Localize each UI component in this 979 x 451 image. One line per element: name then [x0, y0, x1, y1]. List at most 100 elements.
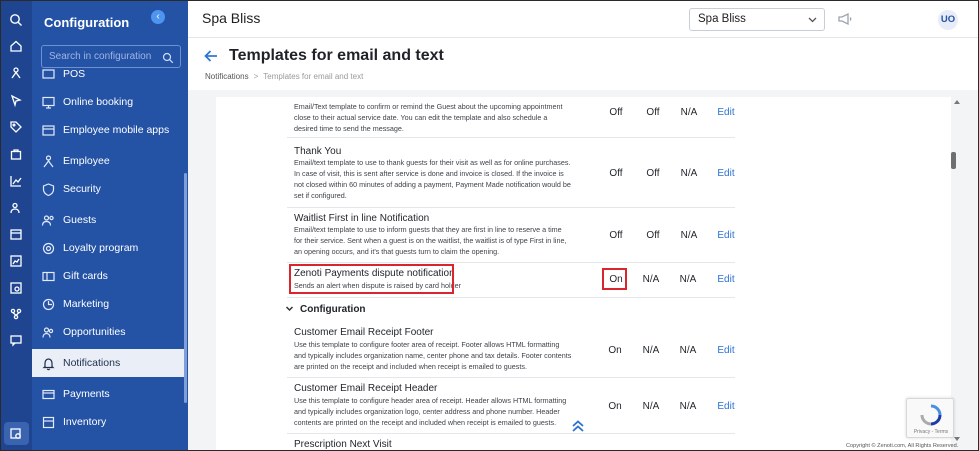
- tag-icon[interactable]: [9, 120, 23, 134]
- sidebar-item-opportunities[interactable]: Opportunities: [32, 319, 182, 345]
- edit-template-link[interactable]: Edit: [711, 401, 741, 412]
- template-description: Use this template to configure footer ar…: [294, 340, 572, 371]
- template-text-status[interactable]: N/A: [636, 401, 666, 412]
- template-row: Customer Email Receipt Footer Use this t…: [287, 322, 735, 378]
- sidebar-item-label: Employee: [63, 155, 110, 167]
- back-arrow-icon[interactable]: [203, 48, 219, 64]
- sidebar-item-label: Notifications: [63, 357, 121, 369]
- sidebar-item-online-booking[interactable]: Online booking: [32, 89, 182, 115]
- analytics-icon[interactable]: [9, 281, 23, 295]
- edit-template-link[interactable]: Edit: [711, 230, 741, 241]
- marketing-icon: [41, 297, 56, 312]
- pointer-icon[interactable]: [9, 93, 23, 107]
- sidebar-title: Configuration: [44, 15, 130, 30]
- page-title: Templates for email and text: [229, 47, 444, 64]
- sidebar-item-employee-mobile-apps[interactable]: Employee mobile apps: [32, 117, 182, 143]
- sidebar-item-security[interactable]: Security: [32, 176, 182, 202]
- mobile-icon: [41, 123, 56, 138]
- configuration-icon[interactable]: [9, 427, 23, 441]
- template-name: Prescription Next Visit: [294, 439, 392, 450]
- loyalty-icon: [41, 241, 56, 256]
- template-name: Thank You: [294, 146, 342, 157]
- user-settings-icon[interactable]: [9, 201, 23, 215]
- shield-icon: [41, 182, 56, 197]
- guests-icon: [41, 213, 56, 228]
- sidebar-item-label: Guests: [63, 214, 97, 226]
- template-other-status: N/A: [680, 107, 698, 118]
- sidebar-item-guests[interactable]: Guests: [32, 207, 182, 233]
- sidebar-item-marketing[interactable]: Marketing: [32, 291, 182, 317]
- avatar[interactable]: UO: [938, 10, 958, 30]
- collapse-sidebar-button[interactable]: ‹: [151, 10, 165, 24]
- template-other-status: N/A: [680, 168, 698, 179]
- template-text-status[interactable]: N/A: [636, 274, 666, 285]
- highlight-box: [602, 268, 627, 290]
- edit-template-link[interactable]: Edit: [711, 274, 741, 285]
- sidebar-menu: POS Online booking Employee mobile apps …: [32, 63, 188, 450]
- sidebar-item-gift-cards[interactable]: Gift cards: [32, 263, 182, 289]
- template-name: Customer Email Receipt Header: [294, 383, 438, 394]
- sidebar-item-notifications[interactable]: Notifications: [32, 349, 185, 377]
- edit-template-link[interactable]: Edit: [711, 107, 741, 118]
- megaphone-icon[interactable]: [837, 11, 853, 27]
- sidebar-item-label: Security: [63, 183, 101, 195]
- brand-name: Spa Bliss: [202, 10, 261, 26]
- template-text-status[interactable]: N/A: [636, 345, 666, 356]
- scroll-down-arrow-icon[interactable]: [954, 437, 960, 441]
- template-description: Use this template to configure header ar…: [294, 396, 567, 427]
- integrations-icon[interactable]: [9, 307, 23, 321]
- center-select[interactable]: Spa Bliss: [689, 8, 825, 31]
- template-email-status[interactable]: Off: [601, 230, 631, 241]
- section-header-configuration[interactable]: Configuration: [285, 304, 366, 315]
- chevron-down-icon: [807, 14, 818, 25]
- template-row: Prescription Next Visit: [287, 434, 735, 450]
- template-email-status[interactable]: Off: [601, 168, 631, 179]
- chart-icon[interactable]: [9, 174, 23, 188]
- template-name: Customer Email Receipt Footer: [294, 327, 434, 338]
- search-icon[interactable]: [162, 51, 174, 64]
- sidebar-item-employee[interactable]: Employee: [32, 148, 182, 174]
- sidebar-item-label: Inventory: [63, 416, 107, 428]
- section-title: Configuration: [300, 304, 366, 315]
- template-email-status[interactable]: Off: [601, 107, 631, 118]
- bag-icon[interactable]: [9, 147, 23, 161]
- breadcrumb-notifications[interactable]: Notifications: [205, 72, 249, 81]
- calendar-icon[interactable]: [9, 227, 23, 241]
- edit-template-link[interactable]: Edit: [711, 345, 741, 356]
- template-name: Waitlist First in line Notification: [294, 213, 430, 224]
- double-chevron-up-icon[interactable]: [571, 419, 585, 433]
- sidebar-item-label: Online booking: [63, 96, 134, 108]
- sidebar-item-label: Marketing: [63, 298, 110, 310]
- reports-icon[interactable]: [9, 254, 23, 268]
- recaptcha-text[interactable]: Privacy - Terms: [910, 429, 952, 435]
- app-window: Configuration POS Online booking Employe…: [0, 0, 979, 451]
- sidebar-item-label: Gift cards: [63, 270, 108, 282]
- template-other-status: N/A: [679, 401, 697, 412]
- config-sidebar: Configuration POS Online booking Employe…: [32, 1, 188, 450]
- template-description: Email/text template to use to thank gues…: [294, 158, 571, 200]
- template-description: Email/text template to use to inform gue…: [294, 225, 567, 256]
- recaptcha-badge[interactable]: Privacy - Terms: [906, 398, 954, 438]
- people-icon[interactable]: [9, 66, 23, 80]
- sidebar-item-label: Opportunities: [63, 326, 126, 338]
- template-text-status[interactable]: Off: [638, 230, 668, 241]
- template-text-status[interactable]: Off: [638, 107, 668, 118]
- sidebar-scrollbar[interactable]: [184, 173, 187, 403]
- template-row: Customer Email Receipt Header Use this t…: [287, 378, 735, 434]
- sidebar-item-loyalty-program[interactable]: Loyalty program: [32, 235, 182, 261]
- template-email-status[interactable]: On: [600, 401, 630, 412]
- sidebar-item-pos[interactable]: POS: [32, 63, 182, 87]
- template-text-status[interactable]: Off: [638, 168, 668, 179]
- sidebar-item-label: Loyalty program: [63, 242, 139, 254]
- home-icon[interactable]: [9, 39, 23, 53]
- template-email-status[interactable]: On: [600, 345, 630, 356]
- messages-icon[interactable]: [9, 333, 23, 347]
- pos-icon: [41, 67, 56, 82]
- sidebar-item-inventory[interactable]: Inventory: [32, 409, 182, 435]
- payments-icon: [41, 387, 56, 402]
- search-icon[interactable]: [9, 13, 23, 27]
- content-scrollbar-thumb[interactable]: [951, 152, 956, 169]
- edit-template-link[interactable]: Edit: [711, 168, 741, 179]
- scroll-up-arrow-icon[interactable]: [954, 100, 960, 104]
- sidebar-item-payments[interactable]: Payments: [32, 381, 182, 407]
